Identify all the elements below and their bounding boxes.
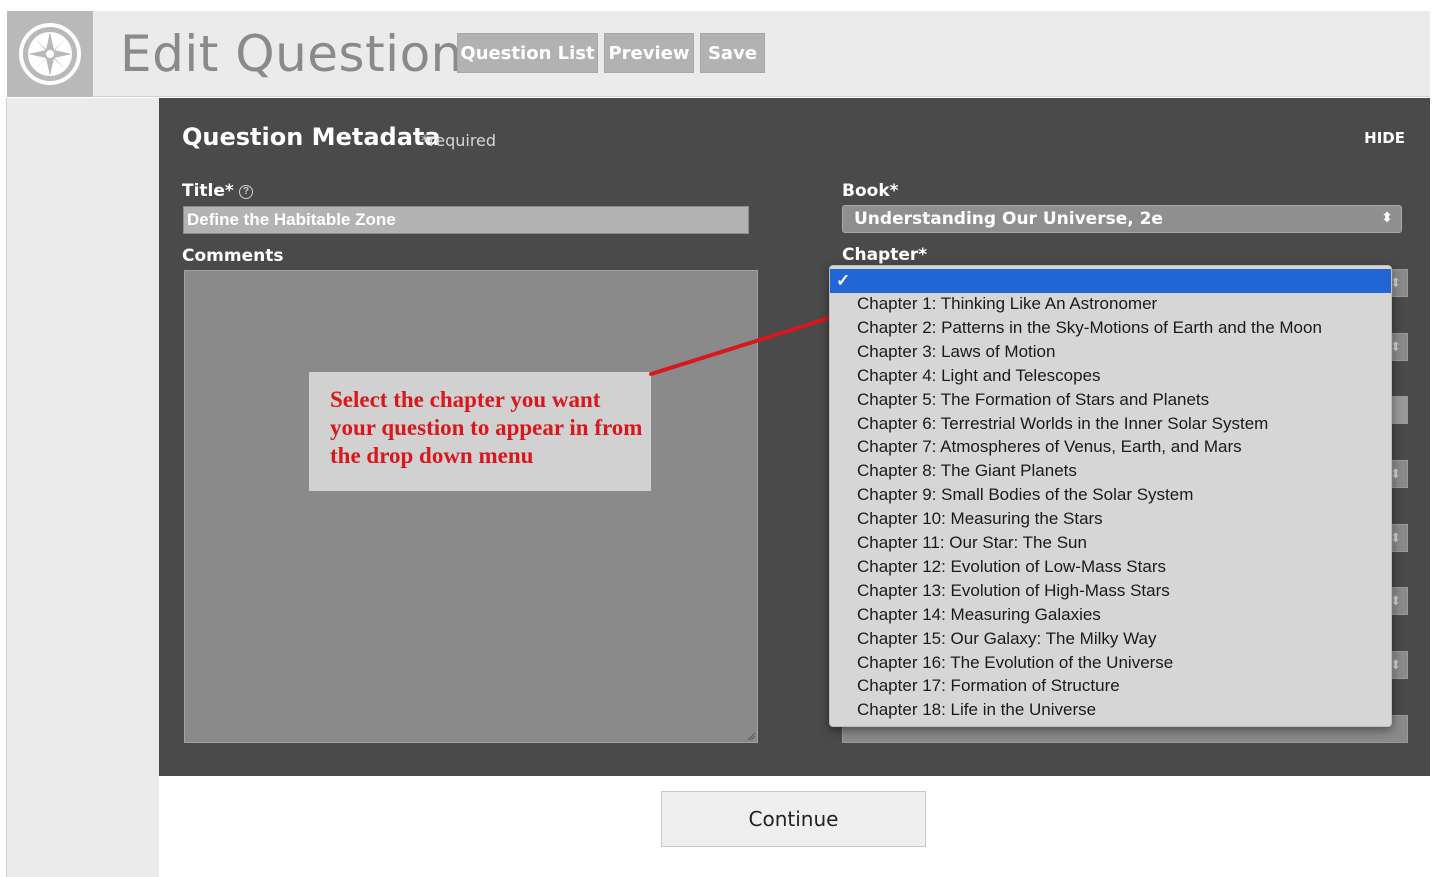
title-input[interactable]: Define the Habitable Zone [183,206,749,234]
checkmark-icon: ✓ [836,271,851,290]
dropdown-option-selected-blank[interactable]: ✓ [830,269,1391,293]
logo[interactable] [7,11,93,97]
hide-link[interactable]: HIDE [1364,129,1405,147]
comments-textarea[interactable] [184,270,758,743]
instruction-callout: Select the chapter you want your questio… [309,372,651,491]
dropdown-option[interactable]: Chapter 10: Measuring the Stars [857,507,1103,531]
dropdown-option[interactable]: Chapter 17: Formation of Structure [857,674,1120,698]
hidden-select-edge[interactable]: ⬍ [1390,651,1408,679]
callout-text: Select the chapter you want your questio… [330,387,643,468]
dropdown-option[interactable]: Chapter 13: Evolution of High-Mass Stars [857,579,1170,603]
title-label: Title* [182,181,234,201]
save-button[interactable]: Save [700,33,765,73]
dropdown-option[interactable]: Chapter 11: Our Star: The Sun [857,531,1087,555]
dropdown-option[interactable]: Chapter 5: The Formation of Stars and Pl… [857,388,1209,412]
chapter-select-edge[interactable]: ⬍ [1390,269,1408,297]
comments-label: Comments [182,246,284,266]
preview-button[interactable]: Preview [604,33,694,73]
dropdown-option[interactable]: Chapter 12: Evolution of Low-Mass Stars [857,555,1166,579]
dropdown-option[interactable]: Chapter 6: Terrestrial Worlds in the Inn… [857,412,1268,436]
dropdown-option[interactable]: Chapter 4: Light and Telescopes [857,364,1101,388]
dropdown-option[interactable]: Chapter 16: The Evolution of the Univers… [857,651,1173,675]
chapter-dropdown-menu[interactable]: ✓ Chapter 1: Thinking Like An Astronomer… [829,265,1392,727]
window-left-edge [0,98,7,877]
dropdown-option[interactable]: Chapter 3: Laws of Motion [857,340,1055,364]
dropdown-option[interactable]: Chapter 14: Measuring Galaxies [857,603,1101,627]
dropdown-option[interactable]: Chapter 1: Thinking Like An Astronomer [857,292,1157,316]
dropdown-option[interactable]: Chapter 7: Atmospheres of Venus, Earth, … [857,435,1242,459]
page-title: Edit Question [120,25,463,83]
help-icon[interactable]: ? [239,185,253,199]
dropdown-option[interactable]: Chapter 18: Life in the Universe [857,698,1096,722]
dropdown-option[interactable]: Chapter 8: The Giant Planets [857,459,1077,483]
app-header: Edit Question Question List Preview Save [7,11,1430,97]
resize-handle-icon[interactable] [746,731,756,741]
hidden-select-edge[interactable]: ⬍ [1390,587,1408,615]
book-label: Book* [842,181,899,201]
required-note: *required [421,131,497,150]
continue-button[interactable]: Continue [661,791,926,847]
dropdown-option[interactable]: Chapter 9: Small Bodies of the Solar Sys… [857,483,1193,507]
book-select-value: Understanding Our Universe, 2e [854,209,1163,229]
question-list-button[interactable]: Question List [457,33,598,73]
hidden-input-edge[interactable] [1392,396,1408,424]
left-sidebar [7,98,159,877]
chapter-label: Chapter* [842,245,928,265]
compass-icon [19,23,81,85]
hidden-select-edge[interactable]: ⬍ [1390,524,1408,552]
dropdown-option[interactable]: Chapter 15: Our Galaxy: The Milky Way [857,627,1157,651]
select-arrows-icon: ⬍ [1381,210,1393,226]
hidden-select-edge[interactable]: ⬍ [1390,460,1408,488]
hidden-select-edge[interactable]: ⬍ [1390,333,1408,361]
panel-title: Question Metadata [182,123,441,151]
dropdown-option[interactable]: Chapter 2: Patterns in the Sky-Motions o… [857,316,1322,340]
book-select[interactable]: Understanding Our Universe, 2e ⬍ [842,205,1402,233]
